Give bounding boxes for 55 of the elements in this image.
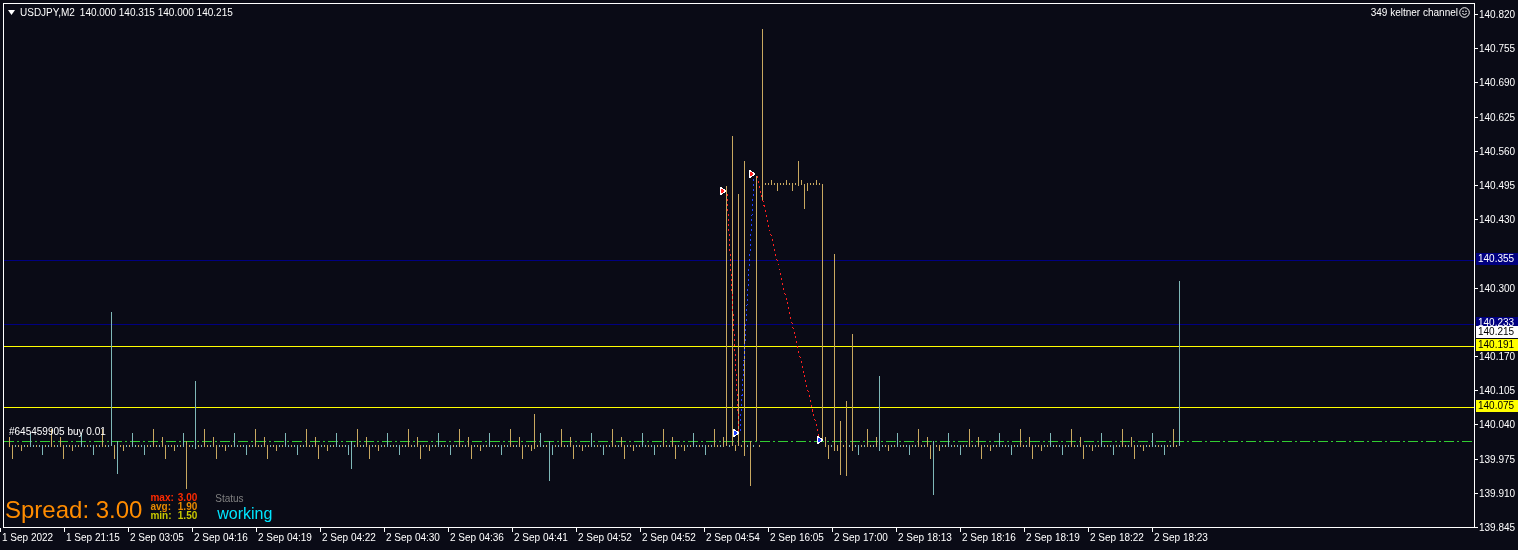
indicator-label: 349 keltner channel — [1370, 7, 1458, 18]
time-axis-label: 2 Sep 04:16 — [194, 528, 258, 550]
trade-arrow-icon — [732, 428, 740, 438]
time-axis-label: 2 Sep 18:13 — [898, 528, 962, 550]
time-axis-label: 2 Sep 04:30 — [386, 528, 450, 550]
time-axis-label: 2 Sep 04:41 — [514, 528, 578, 550]
time-axis-label: 2 Sep 04:36 — [450, 528, 514, 550]
symbol-label: USDJPY,M2 — [20, 7, 75, 18]
time-axis-label: 1 Sep 21:15 — [66, 528, 130, 550]
time-axis-label: 2 Sep 04:52 — [578, 528, 642, 550]
price-tag: 140.191 — [1476, 339, 1518, 351]
spread-value: Spread: 3.00 — [5, 496, 143, 524]
price-axis-label: 140.560 — [1479, 145, 1516, 157]
smiley-icon — [1459, 7, 1470, 18]
price-axis-label: 140.105 — [1479, 384, 1516, 396]
status-title: Status — [215, 493, 245, 504]
price-axis-label: 140.755 — [1479, 42, 1516, 54]
price-axis-label: 140.820 — [1479, 8, 1516, 20]
time-axis-label: 2 Sep 04:52 — [642, 528, 706, 550]
price-axis-label: 139.845 — [1479, 521, 1516, 533]
stat-label: avg: — [150, 502, 172, 511]
price-axis-label: 140.690 — [1479, 76, 1516, 88]
trade-arrow-icon — [719, 186, 727, 196]
time-axis-label: 2 Sep 16:05 — [770, 528, 834, 550]
time-axis-label: 2 Sep 04:54 — [706, 528, 770, 550]
price-axis-label: 140.430 — [1479, 213, 1516, 225]
price-axis-label: 140.625 — [1479, 111, 1516, 123]
ohlc-values: 140.000 140.315 140.000 140.215 — [79, 7, 233, 18]
stat-value: 1.90 — [177, 502, 198, 511]
time-axis-label: 2 Sep 04:19 — [258, 528, 322, 550]
price-axis-label: 140.170 — [1479, 350, 1516, 362]
price-axis-label: 140.300 — [1479, 282, 1516, 294]
price-tag: 140.355 — [1476, 253, 1518, 265]
stat-label: min: — [150, 511, 173, 520]
time-axis-label: 2 Sep 04:22 — [322, 528, 386, 550]
stat-value: 3.00 — [177, 493, 198, 502]
time-axis-label: 2 Sep 17:00 — [834, 528, 898, 550]
time-axis-label: 1 Sep 2022 — [2, 528, 66, 550]
trade-arrow-icon — [816, 435, 824, 445]
time-axis-label: 2 Sep 18:19 — [1026, 528, 1090, 550]
price-tag: 140.215 — [1476, 326, 1518, 338]
stat-value: 1.50 — [177, 511, 198, 520]
dropdown-triangle-icon[interactable] — [8, 10, 15, 15]
price-tag: 140.075 — [1476, 400, 1518, 412]
status-value: working — [217, 504, 273, 524]
time-axis-label: 2 Sep 03:05 — [130, 528, 194, 550]
price-axis-label: 140.040 — [1479, 418, 1516, 430]
price-axis-label: 140.495 — [1479, 179, 1516, 191]
time-axis-label: 2 Sep 18:22 — [1090, 528, 1154, 550]
time-axis-label: 2 Sep 18:23 — [1154, 528, 1218, 550]
stat-label: max: — [150, 493, 174, 502]
price-axis-label: 139.910 — [1479, 487, 1516, 499]
trade-arrow-icon — [748, 169, 756, 179]
time-axis-label: 2 Sep 18:16 — [962, 528, 1026, 550]
price-axis-label: 139.975 — [1479, 453, 1516, 465]
